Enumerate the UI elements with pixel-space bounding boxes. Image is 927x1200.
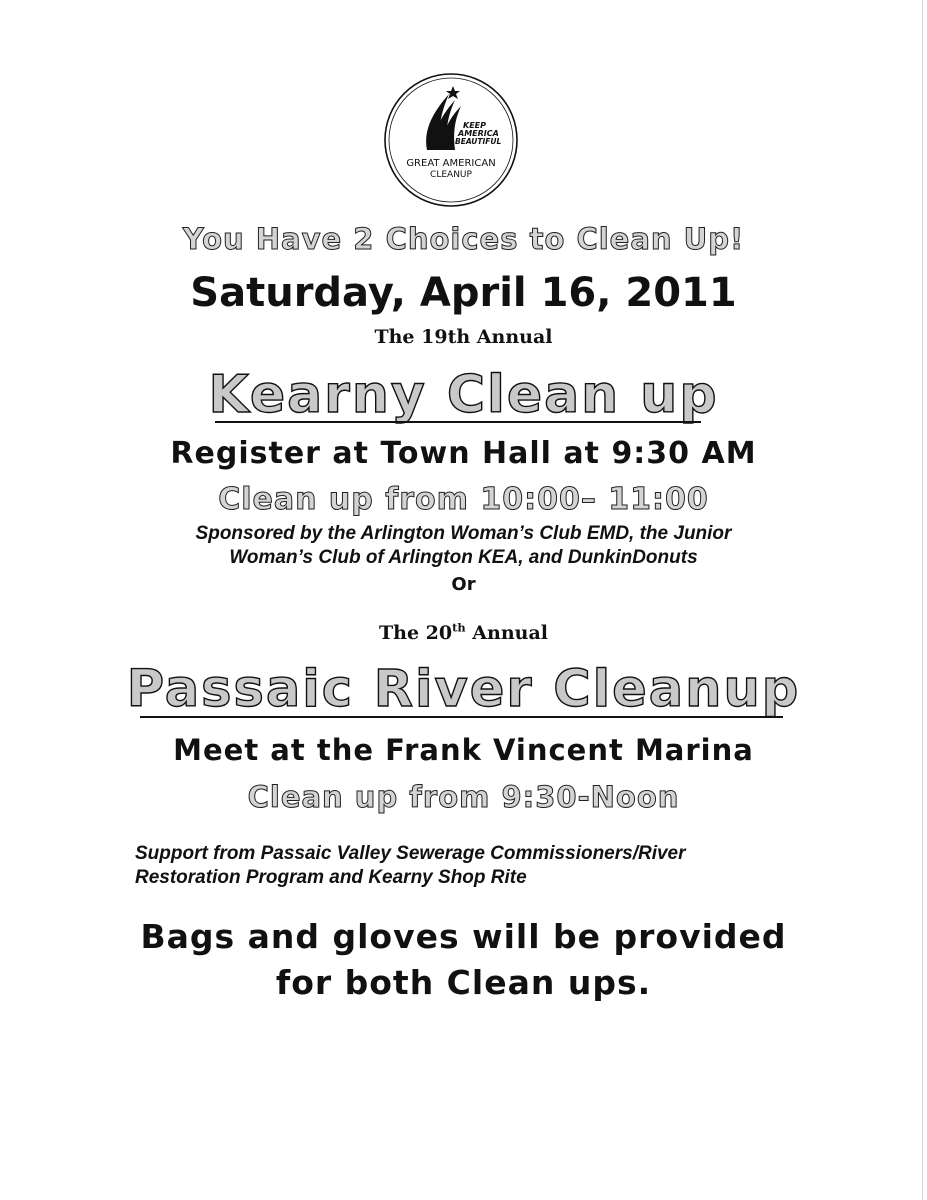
passaic-title-underline (140, 716, 783, 718)
svg-text:GREAT AMERICAN: GREAT AMERICAN (406, 158, 495, 169)
passaic-support-line2: Restoration Program and Kearny Shop Rite (135, 867, 527, 888)
kearny-annual-label: The 19th Annual (374, 326, 553, 348)
kearny-register: Register at Town Hall at 9:30 AM (170, 436, 757, 471)
passaic-meet: Meet at the Frank Vincent Marina (173, 733, 754, 767)
keep-america-beautiful-logo: KEEP AMERICA BEAUTIFUL GREAT AMERICAN CL… (383, 72, 519, 208)
footer-line1: Bags and gloves will be provided (140, 917, 787, 956)
svg-text:CLEANUP: CLEANUP (430, 170, 472, 180)
headline: You Have 2 Choices to Clean Up! (182, 222, 745, 257)
page-edge (922, 0, 923, 1200)
passaic-support-line1: Support from Passaic Valley Sewerage Com… (135, 843, 686, 864)
logo-seal-icon: KEEP AMERICA BEAUTIFUL GREAT AMERICAN CL… (384, 73, 518, 207)
svg-text:BEAUTIFUL: BEAUTIFUL (455, 137, 502, 146)
kearny-sponsor-line1: Sponsored by the Arlington Woman’s Club … (195, 523, 732, 544)
passaic-time: Clean up from 9:30-Noon (247, 780, 680, 815)
passaic-annual-prefix: The 20 (379, 622, 453, 644)
event-date: Saturday, April 16, 2011 (190, 270, 737, 316)
or-label: Or (451, 574, 476, 595)
passaic-annual-sup: th (452, 620, 466, 635)
footer-line2: for both Clean ups. (275, 963, 652, 1002)
kearny-title-underline (215, 421, 701, 423)
passaic-title: Passaic River Cleanup (126, 659, 801, 719)
kearny-title: Kearny Clean up (208, 364, 719, 425)
passaic-annual-suffix: Annual (465, 622, 548, 644)
passaic-annual-label: The 20th Annual (0, 622, 927, 644)
kearny-time: Clean up from 10:00– 11:00 (218, 482, 709, 518)
kearny-sponsor-line2: Woman’s Club of Arlington KEA, and Dunki… (229, 547, 698, 568)
